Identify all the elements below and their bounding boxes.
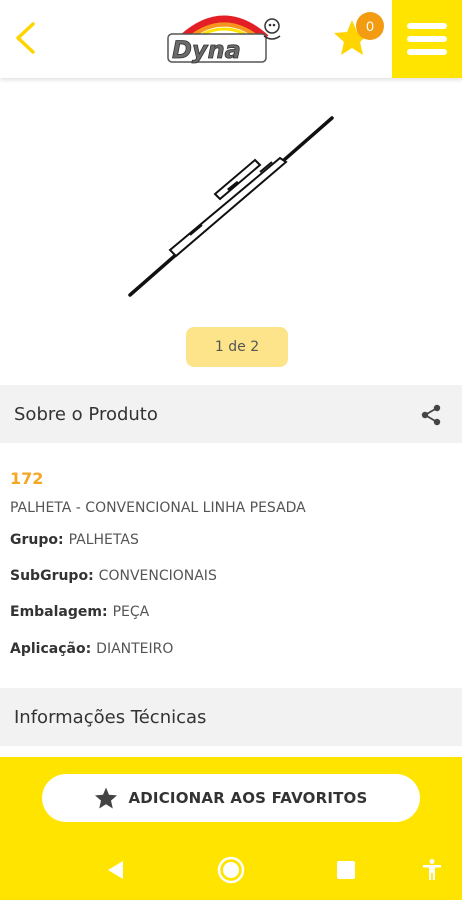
menu-button[interactable] [392,0,462,78]
add-to-favorites-button[interactable]: ADICIONAR AOS FAVORITOS [42,774,420,822]
nav-back-button[interactable] [92,840,140,900]
accessibility-icon [423,859,441,880]
product-code: 172 [10,469,44,488]
tech-title: Informações Técnicas [14,706,207,728]
application-row: Aplicação: DIANTEIRO [10,641,173,657]
nav-accessibility-button[interactable] [408,840,456,900]
group-label: Grupo: [10,532,64,548]
back-triangle-icon [108,861,123,879]
subgroup-label: SubGrupo: [10,568,94,584]
about-title: Sobre o Produto [14,403,158,425]
packaging-value: PEÇA [112,604,150,620]
system-navigation-bar [0,840,462,900]
tech-section-header[interactable]: Informações Técnicas [0,688,462,746]
subgroup-row: SubGrupo: CONVENCIONAIS [10,568,217,584]
nav-recents-button[interactable] [322,840,370,900]
about-section-header: Sobre o Produto [0,385,462,443]
group-value: PALHETAS [68,532,139,548]
recents-square-icon [337,861,355,879]
image-pager: 1 de 2 [186,327,288,367]
app-header: Dyna 0 [0,0,462,78]
packaging-row: Embalagem: PEÇA [10,604,149,620]
product-info: 172 PALHETA - CONVENCIONAL LINHA PESADA … [0,443,462,687]
dyna-logo: Dyna [167,15,281,64]
hamburger-icon [407,23,447,29]
add-to-favorites-label: ADICIONAR AOS FAVORITOS [128,789,368,807]
application-label: Aplicação: [10,641,92,657]
home-circle-icon [217,856,245,884]
wiper-blade-image [128,116,334,297]
group-row: Grupo: PALHETAS [10,532,139,548]
subgroup-value: CONVENCIONAIS [98,568,217,584]
nav-home-button[interactable] [207,840,255,900]
application-value: DIANTEIRO [96,641,174,657]
share-icon[interactable] [420,404,442,426]
star-icon [95,787,118,809]
back-button[interactable] [8,18,44,58]
chevron-left-icon [16,22,35,54]
product-description: PALHETA - CONVENCIONAL LINHA PESADA [10,500,306,516]
svg-text:Dyna: Dyna [172,36,241,64]
favorites-count-badge: 0 [356,12,384,40]
packaging-label: Embalagem: [10,604,108,620]
